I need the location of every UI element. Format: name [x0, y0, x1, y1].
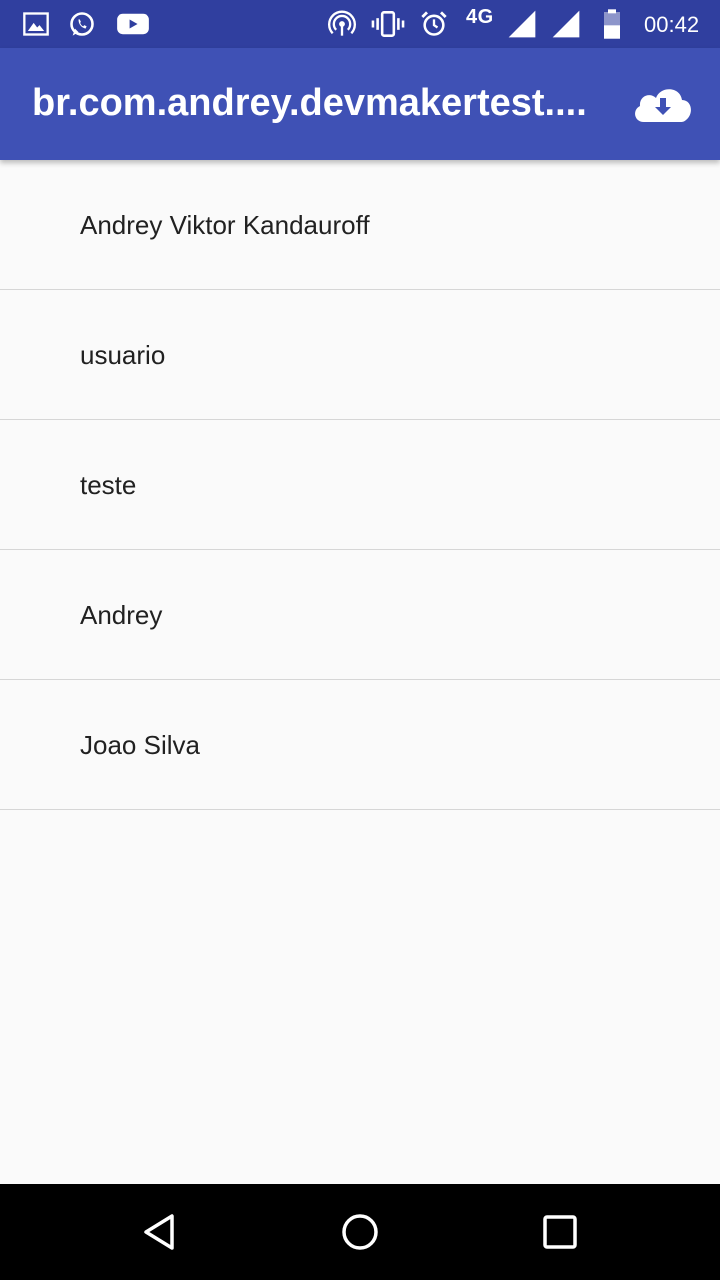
- list-item-label: Andrey: [80, 600, 163, 630]
- user-list: Andrey Viktor Kandauroff usuario teste A…: [0, 160, 720, 810]
- network-type-label: 4G: [466, 6, 494, 28]
- app-title: br.com.andrey.devmakertest....: [32, 82, 587, 124]
- battery-icon: [604, 9, 620, 39]
- list-item-label: Joao Silva: [80, 730, 200, 760]
- cloud-download-icon: [635, 89, 691, 122]
- youtube-icon: [117, 13, 149, 35]
- list-item[interactable]: Andrey Viktor Kandauroff: [0, 160, 720, 290]
- back-icon[interactable]: [136, 1208, 184, 1256]
- list-item[interactable]: Joao Silva: [0, 680, 720, 810]
- navigation-bar: [0, 1184, 720, 1280]
- signal-icon: [552, 10, 580, 38]
- gallery-icon: [23, 12, 49, 36]
- whatsapp-icon: [70, 12, 94, 36]
- cloud-download-button[interactable]: [630, 78, 696, 130]
- list-item-label: teste: [80, 470, 137, 500]
- list-item-label: usuario: [80, 340, 166, 370]
- signal-icon: [508, 10, 536, 38]
- app-bar: br.com.andrey.devmakertest....: [0, 48, 720, 160]
- status-time: 00:42: [644, 12, 700, 37]
- list-item[interactable]: usuario: [0, 290, 720, 420]
- hotspot-icon: [328, 10, 356, 36]
- list-item[interactable]: teste: [0, 420, 720, 550]
- vibrate-icon: [371, 11, 405, 37]
- status-bar: 4G 00:42: [0, 0, 720, 48]
- list-item[interactable]: Andrey: [0, 550, 720, 680]
- alarm-icon: [421, 11, 447, 36]
- home-icon[interactable]: [336, 1208, 384, 1256]
- list-item-label: Andrey Viktor Kandauroff: [80, 210, 370, 240]
- recents-icon[interactable]: [536, 1208, 584, 1256]
